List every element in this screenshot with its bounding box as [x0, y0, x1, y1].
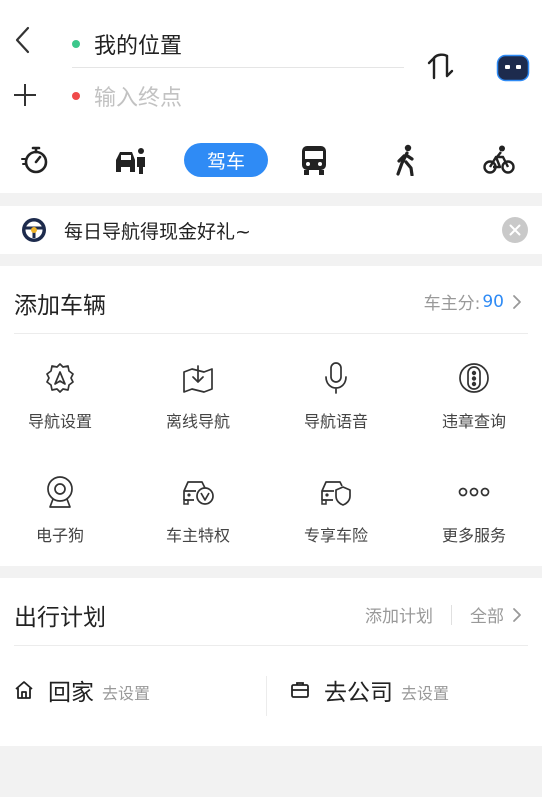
- service-more[interactable]: 更多服务: [405, 474, 542, 554]
- go-home-shortcut[interactable]: 回家 去设置: [14, 670, 150, 710]
- route-panel: 我的位置 输入终点 驾车: [0, 0, 542, 193]
- destination-dot: [72, 92, 80, 100]
- offline-navigation-icon: [183, 365, 213, 393]
- service-label: 离线导航: [165, 412, 230, 431]
- tab-timer[interactable]: [18, 138, 54, 182]
- tab-walk[interactable]: [390, 138, 422, 182]
- timer-icon: [21, 146, 48, 174]
- swap-icon: [427, 53, 454, 80]
- close-promo-button[interactable]: [502, 217, 528, 243]
- tab-ride-hailing[interactable]: [110, 138, 150, 182]
- service-label: 违章查询: [441, 412, 506, 431]
- go-work-setup: 去设置: [401, 684, 450, 703]
- more-icon: [458, 487, 490, 497]
- car-insurance-icon: [321, 481, 351, 506]
- travel-plan-shortcuts: 回家 去设置 去公司 去设置: [0, 670, 542, 710]
- destination-field[interactable]: 输入终点: [72, 76, 404, 116]
- car-hailing-icon: [116, 148, 145, 174]
- owner-score-value: 90: [482, 291, 504, 312]
- tab-bike[interactable]: [482, 138, 516, 182]
- add-plan-button[interactable]: 添加计划: [365, 602, 433, 627]
- plus-icon: [14, 84, 36, 106]
- webcam-icon: [47, 476, 73, 508]
- origin-field[interactable]: 我的位置: [72, 20, 404, 68]
- chevron-right-icon: [513, 294, 521, 309]
- service-offline-navigation[interactable]: 离线导航: [129, 360, 267, 440]
- chevron-right-icon: [513, 607, 521, 622]
- swap-route-button[interactable]: [425, 50, 457, 84]
- steering-wheel-icon: [22, 218, 46, 242]
- vehicle-card-header: 添加车辆 车主分: 90: [14, 266, 528, 334]
- divider: [451, 604, 452, 625]
- promo-text: 每日导航得现金好礼~: [64, 220, 251, 243]
- service-label: 车主特权: [165, 526, 230, 545]
- promo-banner[interactable]: 每日导航得现金好礼~: [0, 206, 542, 254]
- service-speed-camera[interactable]: 电子狗: [0, 474, 129, 554]
- origin-dot: [72, 39, 80, 48]
- go-work-shortcut[interactable]: 去公司 去设置: [290, 670, 449, 710]
- car-privilege-icon: [183, 481, 214, 505]
- back-arrow-icon: [15, 26, 30, 54]
- origin-text: 我的位置: [94, 33, 183, 59]
- service-label: 导航语音: [303, 412, 368, 431]
- violation-query-icon: [459, 363, 489, 393]
- tab-drive-label: 驾车: [206, 150, 245, 173]
- owner-score-label: 车主分:: [423, 294, 481, 314]
- all-plans-button[interactable]: 全部: [470, 602, 504, 627]
- owner-score-link[interactable]: 车主分: 90: [424, 289, 522, 314]
- service-label: 导航设置: [27, 412, 92, 431]
- add-waypoint-button[interactable]: [10, 80, 40, 110]
- travel-plan-header: 出行计划 添加计划 全部: [14, 578, 528, 646]
- tab-bus[interactable]: [298, 138, 330, 182]
- assistant-button[interactable]: [496, 54, 530, 82]
- close-icon: [509, 224, 521, 236]
- service-label: 电子狗: [35, 526, 84, 545]
- go-home-label: 回家: [48, 680, 94, 706]
- destination-placeholder: 输入终点: [94, 86, 183, 111]
- home-icon: [15, 681, 33, 699]
- service-violation-query[interactable]: 违章查询: [405, 360, 542, 440]
- service-label: 更多服务: [441, 526, 506, 545]
- service-navigation-voice[interactable]: 导航语音: [267, 360, 405, 440]
- go-work-label: 去公司: [324, 680, 393, 706]
- add-vehicle-button[interactable]: 添加车辆: [14, 286, 106, 320]
- travel-plan-actions: 添加计划 全部: [365, 602, 522, 627]
- briefcase-icon: [291, 682, 309, 698]
- tab-drive[interactable]: 驾车: [184, 143, 268, 177]
- vehicle-card: 添加车辆 车主分: 90 导航设置 离线导航 导航语音 违章查询 电子狗 车主特…: [0, 266, 542, 566]
- service-navigation-settings[interactable]: 导航设置: [0, 360, 129, 440]
- walk-icon: [396, 144, 414, 176]
- service-owner-privilege[interactable]: 车主特权: [129, 474, 267, 554]
- bike-icon: [483, 145, 515, 174]
- microphone-icon: [325, 362, 347, 394]
- transport-mode-tabs: 驾车: [0, 138, 542, 182]
- service-label: 专享车险: [303, 526, 368, 545]
- go-home-setup: 去设置: [102, 684, 151, 703]
- travel-plan-title: 出行计划: [14, 605, 106, 631]
- bus-icon: [302, 146, 326, 175]
- service-car-insurance[interactable]: 专享车险: [267, 474, 405, 554]
- robot-icon: [496, 54, 530, 82]
- navigation-settings-icon: [46, 363, 74, 393]
- travel-plan-card: 出行计划 添加计划 全部 回家 去设置 去公司 去设置: [0, 578, 542, 746]
- back-button[interactable]: [10, 24, 36, 56]
- divider: [266, 676, 267, 716]
